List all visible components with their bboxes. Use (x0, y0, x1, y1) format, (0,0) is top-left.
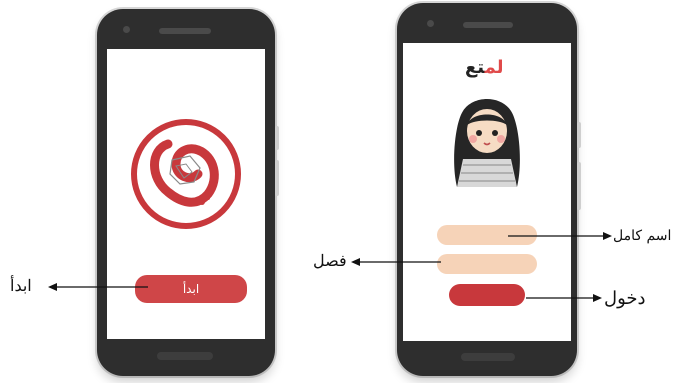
annotation-class: فصل (313, 251, 347, 270)
class-input[interactable] (437, 254, 537, 274)
right-phone-side-button (577, 122, 581, 148)
home-bar (461, 353, 515, 361)
home-bar (157, 352, 213, 360)
left-phone-screen: ابدأ (107, 49, 265, 339)
app-logo-icon (131, 119, 241, 229)
login-button[interactable] (449, 284, 525, 306)
arrow-start-icon (48, 283, 148, 291)
front-camera-icon (123, 26, 130, 33)
left-phone-side-button (275, 160, 279, 196)
brand-part-2: لم (484, 57, 504, 78)
student-character-illustration (454, 99, 520, 187)
left-phone-side-button (275, 126, 279, 150)
annotation-start: ابدأ (10, 276, 32, 295)
right-phone-frame: لمتع (397, 3, 577, 376)
speaker-grille (159, 28, 211, 34)
brand-logo: لمتع (465, 57, 503, 78)
annotation-full-name: اسم كامل (613, 228, 672, 244)
left-phone-frame: ابدأ (97, 9, 275, 376)
brand-part-1: تع (465, 57, 485, 78)
arrow-full-name-icon (508, 232, 612, 240)
front-camera-icon (427, 20, 434, 27)
arrow-login-icon (526, 294, 602, 302)
right-phone-side-button (577, 162, 581, 210)
annotation-login: دخول (604, 288, 646, 309)
speaker-grille (463, 22, 513, 28)
arrow-class-icon (351, 258, 441, 266)
